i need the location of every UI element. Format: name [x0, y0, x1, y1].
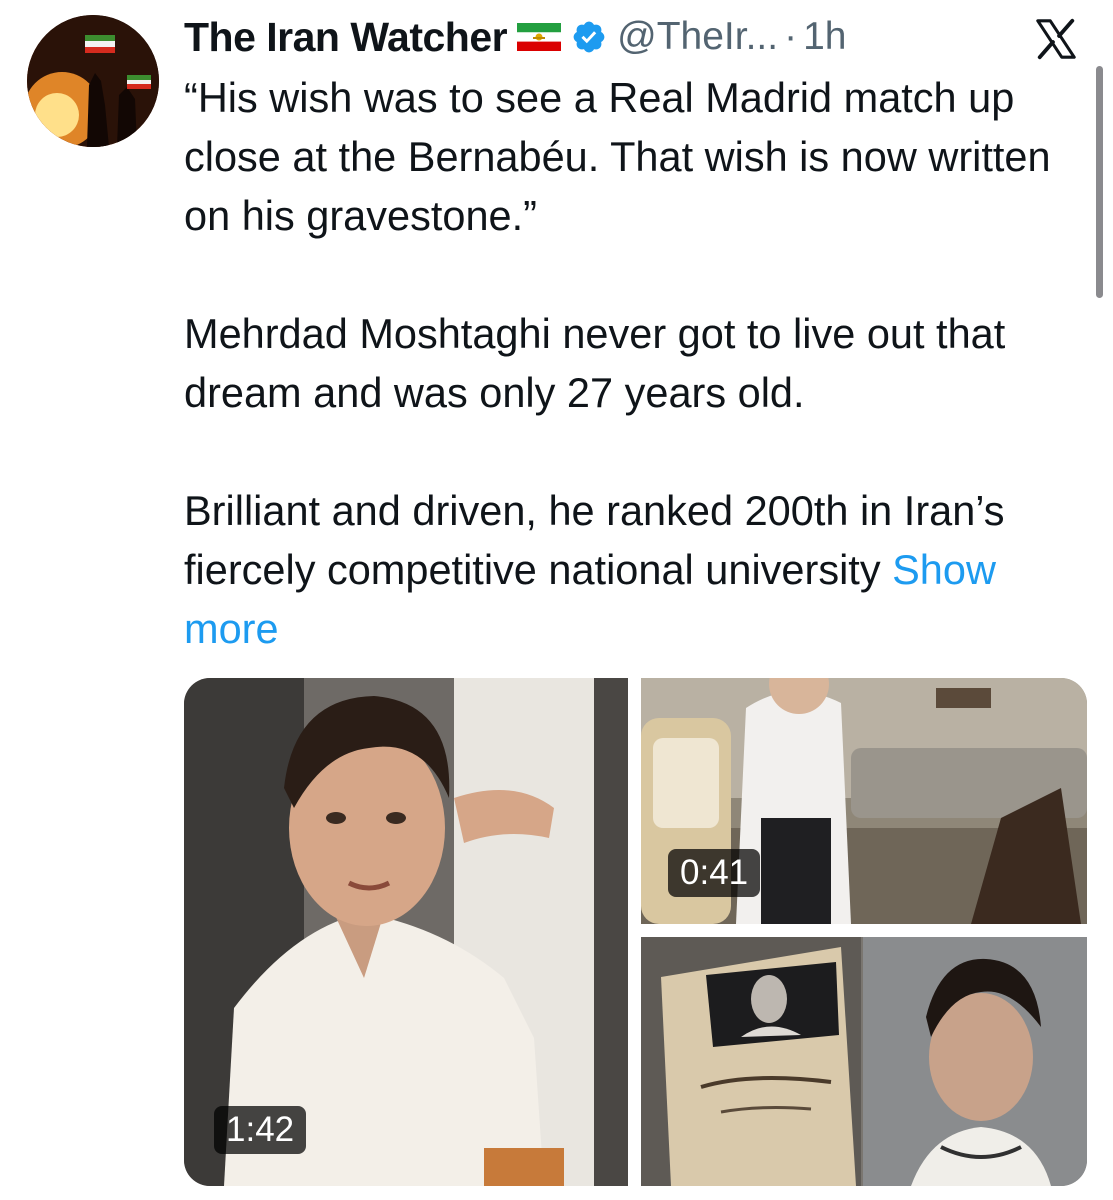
tweet-paragraph: Mehrdad Moshtaghi never got to live out …	[184, 310, 1006, 416]
iran-flag-icon	[517, 23, 562, 51]
photo-gravestone-and-portrait	[641, 937, 1087, 1186]
scrollbar[interactable]	[1096, 66, 1103, 298]
tweet-paragraph-truncated: Brilliant and driven, he ranked 200th in…	[184, 481, 1064, 658]
tweet-text: “His wish was to see a Real Madrid match…	[184, 68, 1064, 658]
video-duration: 0:41	[668, 849, 761, 897]
separator-dot: ·	[784, 15, 798, 58]
author-handle[interactable]: @TheIr...	[617, 15, 778, 59]
author-display-name[interactable]: The Iran Watcher	[184, 14, 508, 61]
verified-badge-icon	[571, 19, 607, 55]
image-thumbnail[interactable]	[641, 937, 1087, 1186]
x-logo-icon[interactable]	[1028, 14, 1084, 64]
tweet-paragraph: “His wish was to see a Real Madrid match…	[184, 74, 1051, 239]
video-duration: 1:42	[214, 1106, 307, 1154]
avatar-image	[27, 15, 159, 147]
avatar[interactable]	[27, 15, 159, 147]
video-thumbnail[interactable]: 0:41	[641, 678, 1087, 924]
video-thumbnail[interactable]: 1:42	[184, 678, 628, 1186]
tweet-paragraph-text: Brilliant and driven, he ranked 200th in…	[184, 487, 1005, 593]
tweet-header: The Iran Watcher @TheIr... · 1h	[184, 12, 944, 62]
media-grid: 1:42 0:41	[184, 678, 1087, 1186]
post-time[interactable]: 1h	[803, 15, 846, 59]
